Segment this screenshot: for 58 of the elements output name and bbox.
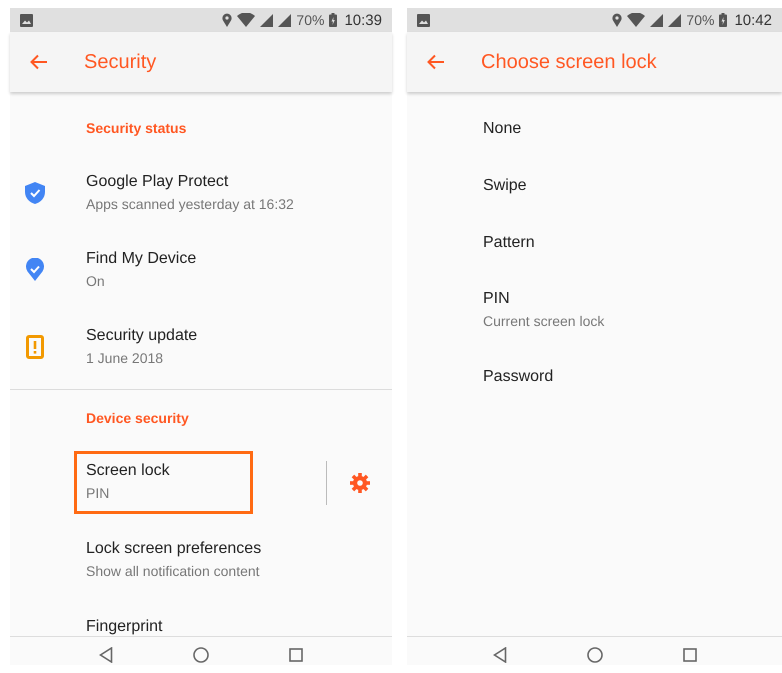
recents-nav-button[interactable] (682, 648, 696, 662)
wifi-icon (237, 13, 256, 27)
location-icon (222, 13, 232, 27)
triangle-icon (492, 647, 506, 663)
clock-time: 10:39 (344, 12, 382, 28)
section-header: Device security (85, 409, 190, 428)
screen-title: Choose screen lock (481, 50, 657, 74)
setting-summary: Apps scanned yesterday at 16:32 (86, 196, 295, 212)
setting-title[interactable]: Swipe (483, 176, 527, 194)
setting-summary: Current screen lock (483, 313, 606, 329)
setting-title[interactable]: Security update (86, 327, 198, 345)
triangle-icon (99, 647, 113, 663)
setting-summary: PIN (86, 485, 110, 501)
setting-title[interactable]: Find My Device (86, 250, 196, 268)
clock-time: 10:42 (734, 12, 772, 28)
setting-summary: On (86, 273, 106, 289)
home-nav-button[interactable] (193, 647, 209, 663)
setting-title[interactable]: Pattern (483, 234, 535, 252)
image-icon (20, 14, 33, 26)
shield-check-icon (24, 180, 46, 204)
phone-alert-icon (24, 334, 46, 358)
setting-title[interactable]: Password (483, 368, 554, 386)
battery-percentage: 70% (686, 12, 714, 28)
location-check-icon (24, 258, 46, 282)
settings-icon (350, 472, 370, 492)
home-nav-button[interactable] (586, 647, 602, 663)
square-icon (289, 648, 303, 662)
image-icon (417, 14, 430, 26)
battery-percentage: 70% (296, 12, 324, 28)
screen-title: Security (84, 50, 156, 74)
signal-icon (650, 14, 664, 26)
setting-summary: Show all notification content (86, 563, 261, 579)
setting-summary: 1 June 2018 (86, 350, 164, 366)
battery-charging-icon (329, 13, 338, 27)
signal-icon (278, 14, 292, 26)
recents-nav-button[interactable] (289, 648, 303, 662)
back-arrow-icon (30, 54, 48, 70)
wifi-icon (627, 13, 646, 27)
setting-title[interactable]: Lock screen preferences (86, 540, 262, 558)
back-arrow-icon (427, 54, 445, 70)
back-button[interactable] (30, 54, 48, 70)
setting-title[interactable]: None (483, 120, 522, 138)
location-icon (612, 13, 622, 27)
signal-icon (260, 14, 274, 26)
setting-title[interactable]: Screen lock (86, 462, 170, 480)
back-nav-button[interactable] (492, 647, 506, 663)
back-button[interactable] (427, 54, 445, 70)
section-header: Security status (85, 119, 188, 138)
setting-title[interactable]: Google Play Protect (86, 173, 228, 191)
circle-icon (193, 647, 209, 663)
circle-icon (586, 647, 602, 663)
square-icon (682, 648, 696, 662)
settings-button[interactable] (350, 472, 370, 492)
battery-charging-icon (719, 13, 728, 27)
setting-title[interactable]: PIN (483, 290, 510, 308)
signal-icon (668, 14, 682, 26)
setting-title[interactable]: Fingerprint (86, 618, 162, 636)
back-nav-button[interactable] (99, 647, 113, 663)
